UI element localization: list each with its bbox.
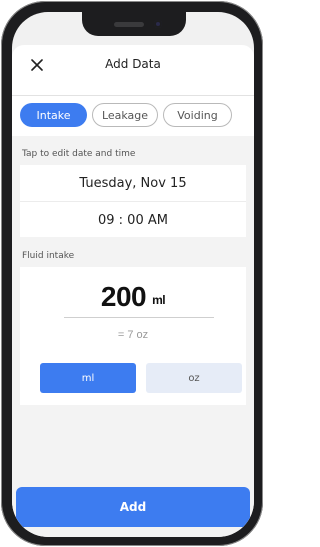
front-camera bbox=[154, 20, 162, 28]
datetime-section-label: Tap to edit date and time bbox=[22, 149, 136, 159]
date-field[interactable]: Tuesday, Nov 15 bbox=[20, 165, 246, 201]
speaker-grille bbox=[114, 22, 144, 27]
type-tabs: Intake Leakage Voiding bbox=[12, 96, 254, 136]
unit-oz-button[interactable]: oz bbox=[146, 363, 242, 393]
device-frame: Add Data Intake Leakage Voiding Tap to e… bbox=[1, 1, 263, 546]
add-data-sheet: Add Data Intake Leakage Voiding Tap to e… bbox=[12, 45, 254, 537]
amount-underline bbox=[64, 317, 214, 318]
sheet-title: Add Data bbox=[105, 57, 161, 71]
tab-intake[interactable]: Intake bbox=[20, 103, 87, 127]
phone-mockup: Add Data Intake Leakage Voiding Tap to e… bbox=[0, 0, 265, 547]
amount-number: 200 bbox=[100, 281, 147, 312]
fluid-section-label: Fluid intake bbox=[22, 251, 75, 261]
datetime-card: Tuesday, Nov 15 09 : 00 AM bbox=[20, 165, 246, 237]
tab-leakage[interactable]: Leakage bbox=[92, 103, 158, 127]
fluid-intake-card: 200 ml = 7 oz ml oz bbox=[20, 267, 246, 405]
add-button[interactable]: Add bbox=[16, 487, 250, 527]
converted-amount: = 7 oz bbox=[117, 329, 149, 341]
time-field[interactable]: 09 : 00 AM bbox=[20, 202, 246, 238]
unit-ml-button[interactable]: ml bbox=[40, 363, 136, 393]
notch bbox=[82, 12, 186, 36]
amount-input[interactable]: 200 ml bbox=[20, 281, 246, 313]
sheet-header: Add Data bbox=[12, 45, 254, 95]
screen: Add Data Intake Leakage Voiding Tap to e… bbox=[12, 12, 254, 537]
tab-voiding[interactable]: Voiding bbox=[163, 103, 232, 127]
amount-unit: ml bbox=[152, 293, 166, 307]
